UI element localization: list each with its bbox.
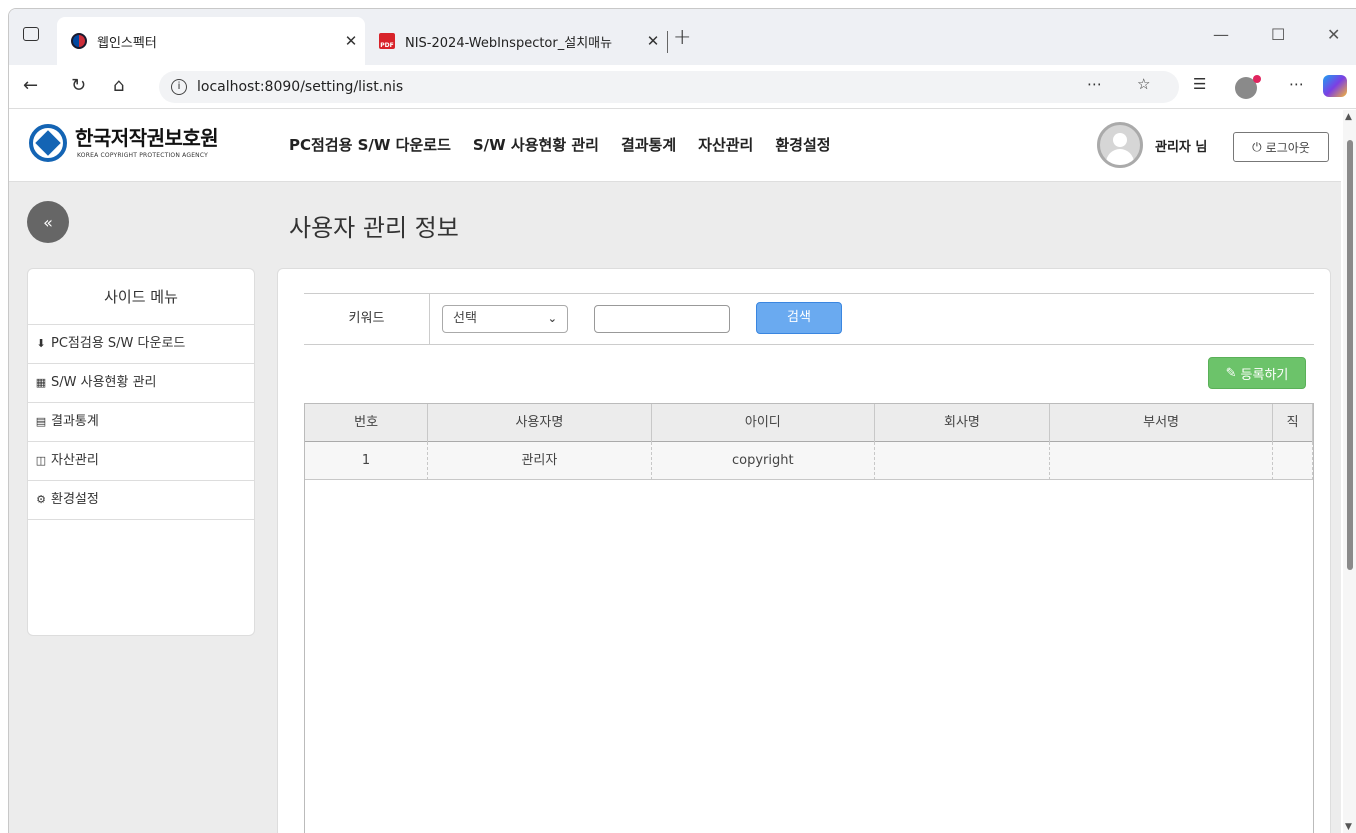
column-header-number[interactable]: 번호	[305, 404, 429, 442]
side-menu: 사이드 메뉴 ⬇ PC점검용 S/W 다운로드 ▦ S/W 사용현황 관리 ▤ …	[27, 268, 255, 636]
close-icon[interactable]: ✕	[337, 32, 365, 50]
scroll-thumb[interactable]	[1347, 140, 1353, 570]
scroll-down-icon[interactable]: ▼	[1345, 822, 1352, 832]
user-avatar-icon	[1097, 122, 1143, 168]
nav-item-assets[interactable]: 자산관리	[698, 134, 753, 155]
back-icon[interactable]: ←	[23, 75, 38, 96]
collapse-sidebar-button[interactable]: «	[27, 201, 69, 243]
user-table: 번호 사용자명 아이디 회사명 부서명 직 1 관리자 copyright	[304, 403, 1314, 833]
page-scrollbar[interactable]: ▲ ▼	[1343, 110, 1356, 833]
download-icon: ⬇	[36, 337, 46, 350]
korea-logo-icon	[71, 33, 87, 49]
url-field[interactable]: i localhost:8090/setting/list.nis	[159, 71, 1179, 103]
column-header-company[interactable]: 회사명	[875, 404, 1050, 442]
table-cell	[1050, 442, 1274, 480]
user-name: 관리자 님	[1155, 140, 1208, 155]
search-button[interactable]: 검색	[756, 302, 842, 334]
page-title: 사용자 관리 정보	[289, 214, 459, 242]
notification-dot	[1253, 75, 1261, 83]
close-icon[interactable]: ✕	[639, 32, 667, 50]
select-value: 선택	[453, 311, 477, 326]
tab-actions-icon[interactable]	[23, 27, 39, 41]
tab-webinspector[interactable]: 웹인스펙터 ✕	[57, 17, 365, 65]
maximize-icon[interactable]: ☐	[1271, 25, 1285, 44]
site-header: 한국저작권보호원 KOREA COPYRIGHT PROTECTION AGEN…	[9, 110, 1341, 182]
column-header-username[interactable]: 사용자명	[428, 404, 652, 442]
tab-pdf-manual[interactable]: PDF NIS-2024-WebInspector_설치매뉴 ✕	[367, 17, 667, 65]
register-label: 등록하기	[1240, 367, 1289, 383]
sidebar-item-label: 결과통계	[51, 414, 99, 429]
logout-label: 로그아웃	[1265, 140, 1310, 155]
nav-item-sw-usage[interactable]: S/W 사용현황 관리	[473, 134, 599, 155]
search-row: 키워드 선택 ⌄ 검색	[304, 293, 1314, 345]
more-options-icon[interactable]: ⋯	[1087, 75, 1102, 93]
table-cell	[875, 442, 1050, 480]
agency-logo-icon[interactable]	[29, 124, 67, 162]
table-cell: 관리자	[428, 442, 652, 480]
column-header-position[interactable]: 직	[1273, 404, 1313, 442]
page: 한국저작권보호원 KOREA COPYRIGHT PROTECTION AGEN…	[9, 110, 1341, 833]
tab-divider	[667, 31, 668, 53]
sidebar-item-label: PC점검용 S/W 다운로드	[51, 336, 186, 351]
keyword-label: 키워드	[304, 294, 430, 344]
sidebar-item-sw-usage[interactable]: ▦ S/W 사용현황 관리	[28, 364, 254, 403]
window-close-icon[interactable]: ✕	[1327, 25, 1340, 44]
favorites-list-icon[interactable]: ☰	[1193, 75, 1206, 93]
sidebar-item-settings[interactable]: ⚙ 환경설정	[28, 481, 254, 520]
reload-icon[interactable]: ↻	[71, 75, 86, 96]
nav-item-settings[interactable]: 환경설정	[775, 134, 830, 155]
tab-title: 웹인스펙터	[97, 35, 157, 51]
keyword-input[interactable]	[594, 305, 730, 333]
sidebar-item-label: S/W 사용현황 관리	[51, 375, 157, 390]
main-nav: PC점검용 S/W 다운로드 S/W 사용현황 관리 결과통계 자산관리 환경설…	[289, 134, 831, 155]
main-panel: 키워드 선택 ⌄ 검색 ✎ 등록하기 번호 사용자명 아이디 회사명 부서명 직…	[277, 268, 1331, 833]
table-cell: copyright	[652, 442, 876, 480]
table-header-row: 번호 사용자명 아이디 회사명 부서명 직	[305, 404, 1313, 442]
url-text: localhost:8090/setting/list.nis	[197, 79, 404, 95]
column-header-id[interactable]: 아이디	[652, 404, 876, 442]
table-row[interactable]: 1 관리자 copyright	[305, 442, 1313, 480]
side-menu-title: 사이드 메뉴	[28, 269, 254, 325]
chevron-down-icon: ⌄	[547, 312, 557, 325]
settings-more-icon[interactable]: ⋯	[1289, 75, 1304, 93]
sidebar-item-label: 환경설정	[51, 492, 99, 507]
logo-text[interactable]: 한국저작권보호원	[75, 122, 219, 151]
power-icon: ⏻	[1252, 139, 1262, 154]
home-icon[interactable]: ⌂	[113, 75, 124, 96]
browser-window: 웹인스펙터 ✕ PDF NIS-2024-WebInspector_설치매뉴 ✕…	[8, 8, 1356, 833]
sidebar-item-label: 자산관리	[51, 453, 99, 468]
logo-subtitle: KOREA COPYRIGHT PROTECTION AGENCY	[77, 152, 209, 159]
nav-item-statistics[interactable]: 결과통계	[621, 134, 676, 155]
sidebar-item-assets[interactable]: ◫ 자산관리	[28, 442, 254, 481]
columns-icon: ◫	[35, 454, 47, 467]
sidebar-item-statistics[interactable]: ▤ 결과통계	[28, 403, 254, 442]
logout-button[interactable]: ⏻ 로그아웃	[1233, 132, 1329, 162]
nav-item-download[interactable]: PC점검용 S/W 다운로드	[289, 134, 451, 155]
info-icon[interactable]: i	[171, 79, 187, 95]
table-icon: ▦	[35, 376, 47, 389]
scroll-up-icon[interactable]: ▲	[1345, 112, 1352, 122]
column-header-department[interactable]: 부서명	[1050, 404, 1274, 442]
address-bar: ← ↻ ⌂ i localhost:8090/setting/list.nis …	[9, 65, 1356, 109]
minimize-icon[interactable]: —	[1213, 25, 1229, 44]
tab-bar: 웹인스펙터 ✕ PDF NIS-2024-WebInspector_설치매뉴 ✕…	[9, 9, 1356, 65]
copilot-icon[interactable]	[1323, 75, 1347, 97]
table-cell: 1	[305, 442, 429, 480]
sidebar-item-download[interactable]: ⬇ PC점검용 S/W 다운로드	[28, 325, 254, 364]
register-button[interactable]: ✎ 등록하기	[1208, 357, 1306, 389]
gear-icon: ⚙	[36, 493, 46, 506]
pdf-icon: PDF	[379, 33, 395, 49]
keyword-type-select[interactable]: 선택 ⌄	[442, 305, 568, 333]
pencil-icon: ✎	[1225, 365, 1237, 381]
new-tab-icon[interactable]: +	[673, 25, 691, 50]
table-cell	[1273, 442, 1313, 480]
favorite-star-icon[interactable]: ☆	[1137, 75, 1150, 93]
tab-title: NIS-2024-WebInspector_설치매뉴	[405, 35, 613, 51]
document-icon: ▤	[35, 415, 47, 428]
